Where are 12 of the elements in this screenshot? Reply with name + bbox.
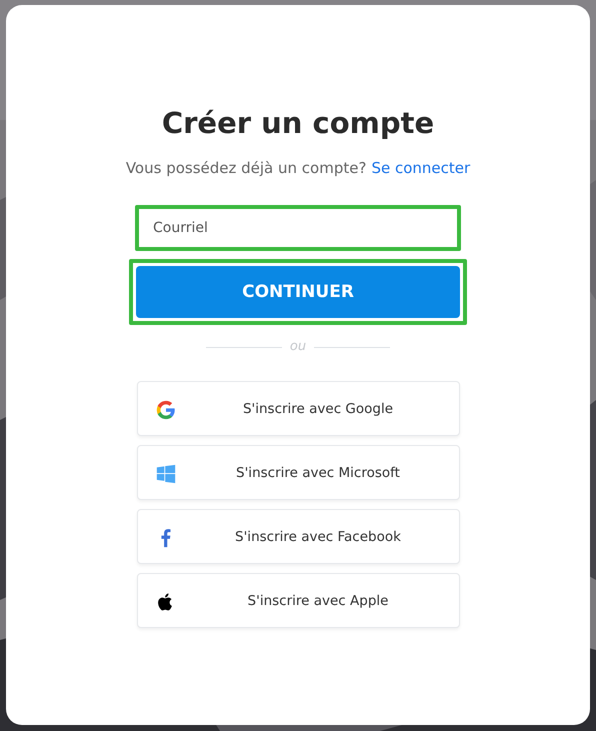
sign-up-button[interactable]: S'inscrire avec Microsoft: [136, 445, 460, 500]
email-field[interactable]: Courriel: [135, 205, 461, 251]
sign-in-link[interactable]: Se connecter: [371, 159, 470, 177]
sign-up-button[interactable]: S'inscrire avec Google: [136, 381, 460, 436]
sign-up-button[interactable]: S'inscrire avec Facebook: [136, 509, 460, 564]
windows-icon: [156, 464, 176, 484]
sign-up-button[interactable]: S'inscrire avec Apple: [136, 573, 460, 628]
page-title: Créer un compte: [162, 105, 434, 142]
account-question: Vous possédez déjà un compte?: [126, 159, 366, 177]
google-g-icon: [156, 400, 176, 420]
separator-text: ou: [290, 338, 306, 356]
continue-button[interactable]: CONTINUER: [136, 266, 460, 318]
